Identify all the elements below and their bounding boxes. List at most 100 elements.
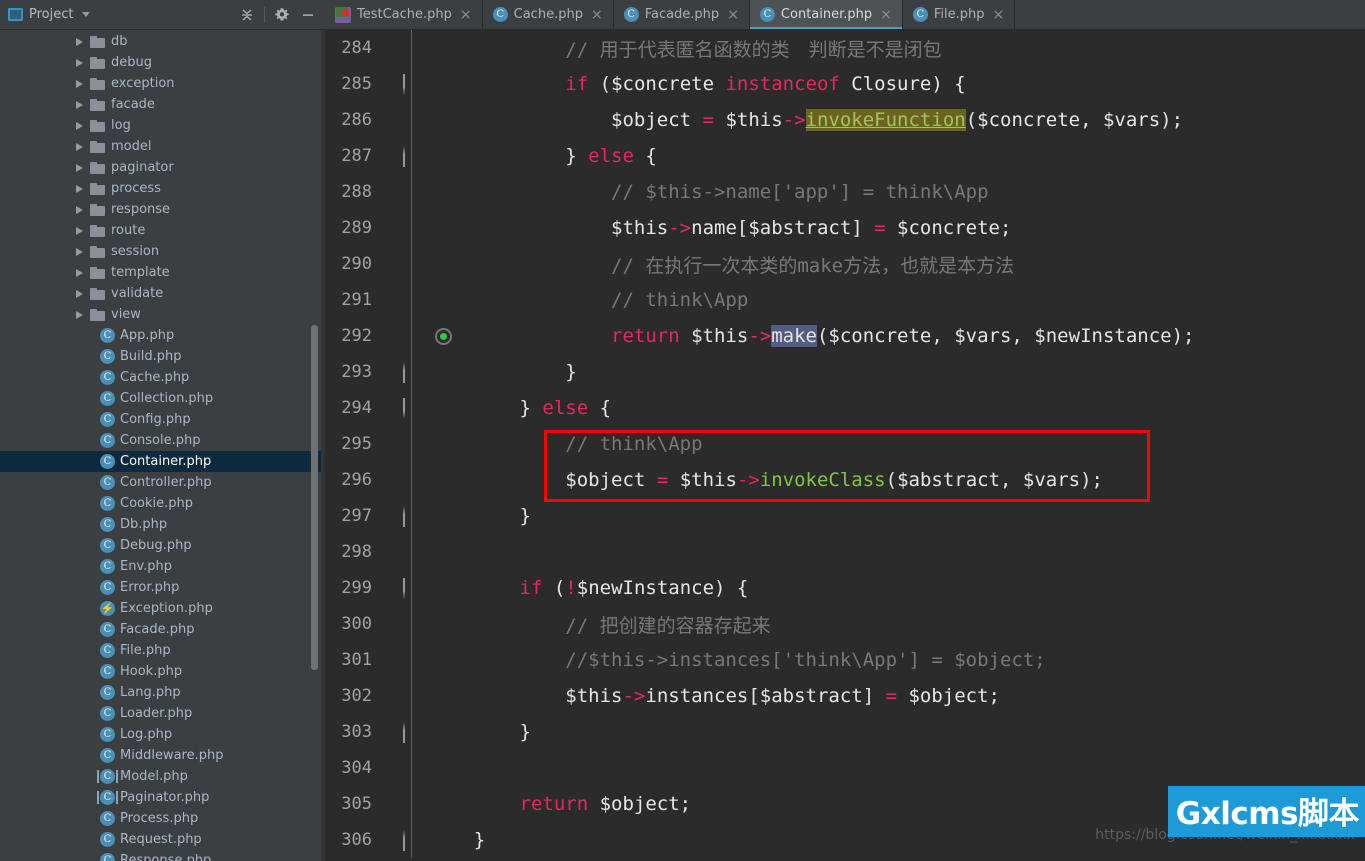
code-line[interactable]: 299 if (!$newInstance) { bbox=[325, 570, 1365, 606]
editor-gutter[interactable] bbox=[380, 822, 428, 858]
settings-button[interactable] bbox=[269, 2, 295, 28]
code-line[interactable]: 302 $this->instances[$abstract] = $objec… bbox=[325, 678, 1365, 714]
code-line[interactable]: 289 $this->name[$abstract] = $concrete; bbox=[325, 210, 1365, 246]
tree-folder-row[interactable]: route bbox=[0, 220, 325, 241]
code-line[interactable]: 296 $object = $this->invokeClass($abstra… bbox=[325, 462, 1365, 498]
code-line[interactable]: 288 // $this->name['app'] = think\App bbox=[325, 174, 1365, 210]
tree-file-row[interactable]: C File.php bbox=[0, 640, 325, 661]
minimize-button[interactable] bbox=[295, 2, 321, 28]
fold-region-start-icon[interactable] bbox=[403, 398, 420, 419]
code-line[interactable]: 292 return $this->make($concrete, $vars,… bbox=[325, 318, 1365, 354]
editor-tab[interactable]: C Cache.php × bbox=[483, 0, 614, 29]
tree-folder-row[interactable]: validate bbox=[0, 283, 325, 304]
tree-folder-row[interactable]: db bbox=[0, 31, 325, 52]
fold-region-end-icon[interactable] bbox=[403, 830, 420, 851]
tree-file-row[interactable]: C Process.php bbox=[0, 808, 325, 829]
expand-arrow-icon[interactable] bbox=[76, 268, 83, 277]
editor-gutter[interactable] bbox=[380, 174, 428, 210]
fold-region-start-icon[interactable] bbox=[403, 578, 420, 599]
fold-region-end-icon[interactable] bbox=[403, 362, 420, 383]
editor-tab[interactable]: TestCache.php × bbox=[325, 0, 483, 29]
code-line[interactable]: 298 bbox=[325, 534, 1365, 570]
editor-gutter[interactable] bbox=[380, 138, 428, 174]
editor-gutter[interactable] bbox=[380, 714, 428, 750]
close-icon[interactable]: × bbox=[460, 8, 472, 22]
code-line[interactable]: 301 //$this->instances['think\App'] = $o… bbox=[325, 642, 1365, 678]
tree-file-row[interactable]: C Middleware.php bbox=[0, 745, 325, 766]
tree-file-row[interactable]: C Collection.php bbox=[0, 388, 325, 409]
tree-folder-row[interactable]: exception bbox=[0, 73, 325, 94]
editor-gutter[interactable] bbox=[380, 786, 428, 822]
code-line[interactable]: 303 } bbox=[325, 714, 1365, 750]
project-panel-scrollbar[interactable] bbox=[311, 325, 318, 670]
expand-arrow-icon[interactable] bbox=[76, 247, 83, 256]
tree-file-row[interactable]: C Config.php bbox=[0, 409, 325, 430]
expand-arrow-icon[interactable] bbox=[76, 142, 83, 151]
code-line[interactable]: 297 } bbox=[325, 498, 1365, 534]
tree-file-row[interactable]: C Controller.php bbox=[0, 472, 325, 493]
tree-file-row[interactable]: C Debug.php bbox=[0, 535, 325, 556]
close-icon[interactable]: × bbox=[591, 8, 603, 22]
code-line[interactable]: 294 } else { bbox=[325, 390, 1365, 426]
code-line[interactable]: 291 // think\App bbox=[325, 282, 1365, 318]
tree-folder-row[interactable]: facade bbox=[0, 94, 325, 115]
expand-arrow-icon[interactable] bbox=[76, 310, 83, 319]
close-icon[interactable]: × bbox=[727, 8, 739, 22]
tree-file-row[interactable]: C Lang.php bbox=[0, 682, 325, 703]
editor-gutter[interactable] bbox=[380, 282, 428, 318]
tree-file-row[interactable]: C Console.php bbox=[0, 430, 325, 451]
tree-file-row[interactable]: C Response.php bbox=[0, 850, 325, 861]
editor-gutter[interactable] bbox=[380, 246, 428, 282]
fold-region-start-icon[interactable] bbox=[403, 74, 420, 95]
editor-gutter[interactable] bbox=[380, 642, 428, 678]
code-editor[interactable]: 284 // 用于代表匿名函数的类 判断是不是闭包 285 if ($concre… bbox=[325, 30, 1365, 861]
editor-gutter[interactable] bbox=[380, 426, 428, 462]
code-line[interactable]: 300 // 把创建的容器存起来 bbox=[325, 606, 1365, 642]
tree-file-row[interactable]: C Build.php bbox=[0, 346, 325, 367]
tree-file-row[interactable]: C Model.php bbox=[0, 766, 325, 787]
code-line[interactable]: 286 $object = $this->invokeFunction($con… bbox=[325, 102, 1365, 138]
tree-file-row[interactable]: ⚡ Exception.php bbox=[0, 598, 325, 619]
editor-tab[interactable]: C File.php × bbox=[903, 0, 1016, 29]
tree-folder-row[interactable]: paginator bbox=[0, 157, 325, 178]
tree-file-row[interactable]: C Hook.php bbox=[0, 661, 325, 682]
close-icon[interactable]: × bbox=[880, 8, 892, 22]
tree-file-row[interactable]: C Log.php bbox=[0, 724, 325, 745]
editor-gutter[interactable] bbox=[380, 498, 428, 534]
tree-folder-row[interactable]: view bbox=[0, 304, 325, 325]
expand-arrow-icon[interactable] bbox=[76, 205, 83, 214]
expand-arrow-icon[interactable] bbox=[76, 163, 83, 172]
expand-arrow-icon[interactable] bbox=[76, 289, 83, 298]
editor-gutter[interactable] bbox=[380, 66, 428, 102]
tree-file-row[interactable]: C Error.php bbox=[0, 577, 325, 598]
tree-file-row[interactable]: C Request.php bbox=[0, 829, 325, 850]
expand-arrow-icon[interactable] bbox=[76, 79, 83, 88]
project-tree[interactable]: db debug exception facade log model paginator p… bbox=[0, 30, 325, 861]
recursive-call-icon[interactable] bbox=[435, 328, 452, 345]
tree-folder-row[interactable]: template bbox=[0, 262, 325, 283]
code-line[interactable]: 293 } bbox=[325, 354, 1365, 390]
expand-arrow-icon[interactable] bbox=[76, 37, 83, 46]
code-line[interactable]: 287 } else { bbox=[325, 138, 1365, 174]
code-line[interactable]: 295 // think\App bbox=[325, 426, 1365, 462]
tree-folder-row[interactable]: debug bbox=[0, 52, 325, 73]
code-line[interactable]: 290 // 在执行一次本类的make方法，也就是本方法 bbox=[325, 246, 1365, 282]
editor-gutter[interactable] bbox=[380, 534, 428, 570]
collapse-all-button[interactable] bbox=[234, 2, 260, 28]
expand-arrow-icon[interactable] bbox=[76, 226, 83, 235]
expand-arrow-icon[interactable] bbox=[76, 121, 83, 130]
tree-folder-row[interactable]: session bbox=[0, 241, 325, 262]
fold-region-end-icon[interactable] bbox=[403, 506, 420, 527]
expand-arrow-icon[interactable] bbox=[76, 184, 83, 193]
editor-gutter[interactable] bbox=[380, 30, 428, 66]
tree-folder-row[interactable]: log bbox=[0, 115, 325, 136]
fold-region-end-icon[interactable] bbox=[403, 722, 420, 743]
tree-file-row[interactable]: C Cache.php bbox=[0, 367, 325, 388]
code-line[interactable]: 304 bbox=[325, 750, 1365, 786]
code-line[interactable]: 284 // 用于代表匿名函数的类 判断是不是闭包 bbox=[325, 30, 1365, 66]
fold-region-end-icon[interactable] bbox=[403, 146, 420, 167]
editor-gutter[interactable] bbox=[380, 462, 428, 498]
editor-gutter[interactable] bbox=[380, 210, 428, 246]
code-line[interactable]: 285 if ($concrete instanceof Closure) { bbox=[325, 66, 1365, 102]
expand-arrow-icon[interactable] bbox=[76, 100, 83, 109]
